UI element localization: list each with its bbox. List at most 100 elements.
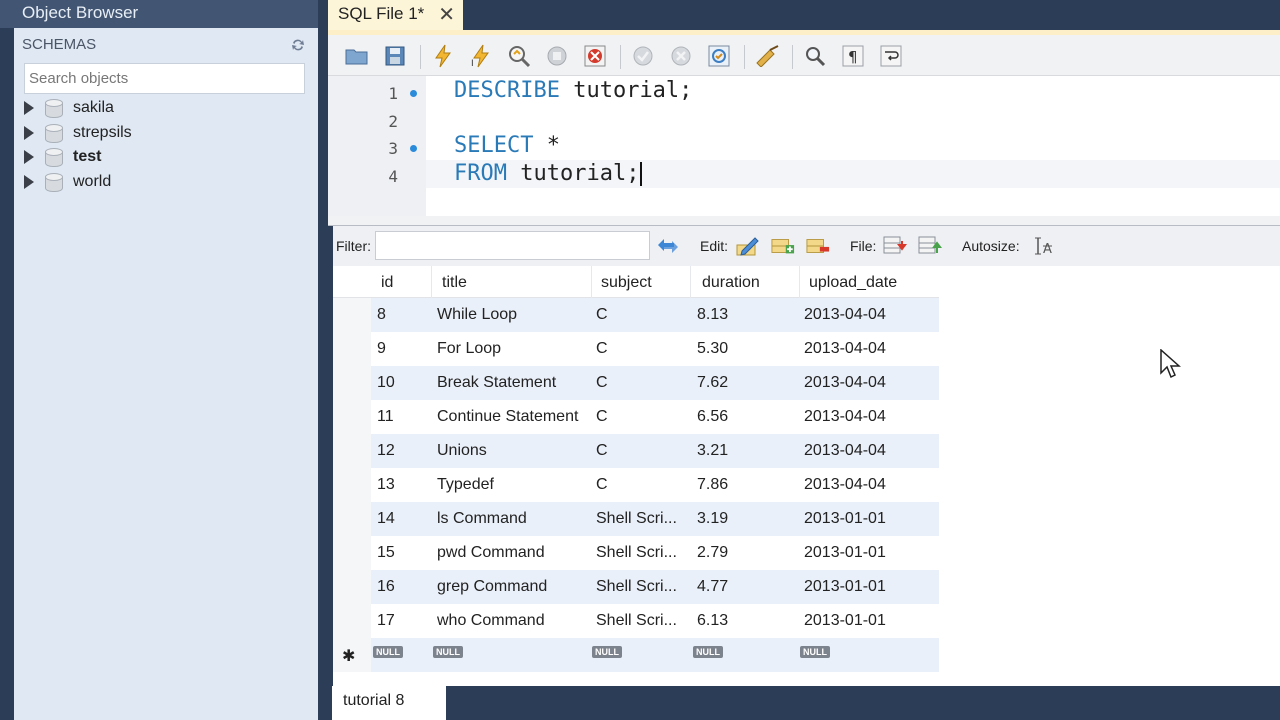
table-row[interactable]: 12 Unions C 3.21 2013-04-04 bbox=[333, 434, 939, 468]
autosize-column-icon[interactable]: A bbox=[1032, 234, 1056, 258]
cell-title[interactable]: ls Command bbox=[437, 510, 527, 528]
schema-item-world[interactable]: world bbox=[24, 170, 111, 194]
table-row[interactable]: 10 Break Statement C 7.62 2013-04-04 bbox=[333, 366, 939, 400]
cell-upload-date[interactable]: 2013-04-04 bbox=[804, 476, 886, 494]
cell-upload-date[interactable]: 2013-01-01 bbox=[804, 544, 886, 562]
execute-lightning-icon[interactable] bbox=[430, 43, 456, 69]
cell-subject[interactable]: C bbox=[596, 374, 608, 392]
row-selector[interactable] bbox=[333, 434, 371, 468]
cell-duration[interactable]: 8.13 bbox=[697, 306, 728, 324]
expand-arrow-icon[interactable] bbox=[24, 101, 34, 115]
invisible-chars-pilcrow-icon[interactable]: ¶ bbox=[840, 43, 866, 69]
explain-magnifier-icon[interactable] bbox=[506, 43, 532, 69]
expand-arrow-icon[interactable] bbox=[24, 150, 34, 164]
cell-subject[interactable]: C bbox=[596, 442, 608, 460]
cell-title[interactable]: Continue Statement bbox=[437, 408, 578, 426]
cell-id[interactable]: 12 bbox=[377, 442, 395, 460]
code-line-4[interactable]: FROM tutorial; bbox=[454, 161, 643, 186]
edit-pencil-icon[interactable] bbox=[736, 234, 760, 258]
cell-title[interactable]: Unions bbox=[437, 442, 487, 460]
save-icon[interactable] bbox=[382, 43, 408, 69]
tab-sql-file-1[interactable]: SQL File 1* ✕ bbox=[328, 0, 463, 30]
column-separator[interactable] bbox=[431, 266, 432, 298]
null-badge[interactable]: NULL bbox=[800, 646, 830, 658]
cell-duration[interactable]: 7.62 bbox=[697, 374, 728, 392]
cell-subject[interactable]: Shell Scri... bbox=[596, 510, 677, 528]
cell-id[interactable]: 16 bbox=[377, 578, 395, 596]
cell-id[interactable]: 10 bbox=[377, 374, 395, 392]
cell-duration[interactable]: 7.86 bbox=[697, 476, 728, 494]
cell-upload-date[interactable]: 2013-04-04 bbox=[804, 408, 886, 426]
cell-id[interactable]: 14 bbox=[377, 510, 395, 528]
null-badge[interactable]: NULL bbox=[693, 646, 723, 658]
cell-upload-date[interactable]: 2013-01-01 bbox=[804, 612, 886, 630]
filter-input[interactable] bbox=[375, 231, 650, 260]
cell-title[interactable]: For Loop bbox=[437, 340, 501, 358]
find-icon[interactable] bbox=[802, 43, 828, 69]
cell-subject[interactable]: Shell Scri... bbox=[596, 612, 677, 630]
expand-arrow-icon[interactable] bbox=[24, 126, 34, 140]
open-folder-icon[interactable] bbox=[344, 43, 370, 69]
cell-upload-date[interactable]: 2013-04-04 bbox=[804, 340, 886, 358]
cell-title[interactable]: pwd Command bbox=[437, 544, 545, 562]
cell-upload-date[interactable]: 2013-04-04 bbox=[804, 374, 886, 392]
search-objects-input[interactable] bbox=[24, 63, 305, 94]
cell-id[interactable]: 17 bbox=[377, 612, 395, 630]
stop-icon[interactable] bbox=[544, 43, 570, 69]
table-row[interactable]: 11 Continue Statement C 6.56 2013-04-04 bbox=[333, 400, 939, 434]
column-separator[interactable] bbox=[591, 266, 592, 298]
table-row[interactable]: 9 For Loop C 5.30 2013-04-04 bbox=[333, 332, 939, 366]
row-selector[interactable] bbox=[333, 400, 371, 434]
export-icon[interactable] bbox=[883, 234, 907, 258]
row-selector[interactable] bbox=[333, 536, 371, 570]
cell-id[interactable]: 11 bbox=[377, 408, 394, 426]
row-selector[interactable] bbox=[333, 366, 371, 400]
schema-item-sakila[interactable]: sakila bbox=[24, 96, 114, 120]
cell-subject[interactable]: Shell Scri... bbox=[596, 578, 677, 596]
refresh-icon[interactable] bbox=[656, 234, 680, 258]
autocommit-toggle-icon[interactable] bbox=[706, 43, 732, 69]
table-row[interactable]: 8 While Loop C 8.13 2013-04-04 bbox=[333, 298, 939, 332]
cell-duration[interactable]: 4.77 bbox=[697, 578, 728, 596]
commit-icon[interactable] bbox=[630, 43, 656, 69]
row-selector[interactable]: ✱ bbox=[333, 638, 371, 672]
row-selector[interactable] bbox=[333, 502, 371, 536]
null-badge[interactable]: NULL bbox=[373, 646, 403, 658]
column-header-title[interactable]: title bbox=[442, 274, 467, 292]
delete-row-icon[interactable] bbox=[806, 234, 830, 258]
table-row[interactable]: 15 pwd Command Shell Scri... 2.79 2013-01-01 bbox=[333, 536, 939, 570]
code-line-1[interactable]: DESCRIBE tutorial; bbox=[454, 78, 692, 103]
rollback-icon[interactable] bbox=[668, 43, 694, 69]
cell-id[interactable]: 15 bbox=[377, 544, 395, 562]
new-row[interactable]: ✱ NULL NULL NULL NULL NULL bbox=[333, 638, 939, 672]
cell-subject[interactable]: C bbox=[596, 476, 608, 494]
cell-duration[interactable]: 5.30 bbox=[697, 340, 728, 358]
null-badge[interactable]: NULL bbox=[592, 646, 622, 658]
column-header-upload-date[interactable]: upload_date bbox=[809, 274, 897, 292]
cell-title[interactable]: who Command bbox=[437, 612, 545, 630]
word-wrap-icon[interactable] bbox=[878, 43, 904, 69]
code-line-3[interactable]: SELECT * bbox=[454, 133, 560, 158]
cell-subject[interactable]: Shell Scri... bbox=[596, 544, 677, 562]
cell-subject[interactable]: C bbox=[596, 408, 608, 426]
column-separator[interactable] bbox=[799, 266, 800, 298]
cell-upload-date[interactable]: 2013-04-04 bbox=[804, 306, 886, 324]
row-selector[interactable] bbox=[333, 570, 371, 604]
insert-row-icon[interactable] bbox=[771, 234, 795, 258]
schema-item-test[interactable]: test bbox=[24, 145, 101, 169]
cell-id[interactable]: 8 bbox=[377, 306, 386, 324]
schema-item-strepsils[interactable]: strepsils bbox=[24, 121, 132, 145]
cell-duration[interactable]: 6.56 bbox=[697, 408, 728, 426]
beautify-broom-icon[interactable] bbox=[754, 43, 780, 69]
cell-duration[interactable]: 2.79 bbox=[697, 544, 728, 562]
cell-duration[interactable]: 3.21 bbox=[697, 442, 728, 460]
cell-subject[interactable]: C bbox=[596, 306, 608, 324]
import-icon[interactable] bbox=[918, 234, 942, 258]
cell-title[interactable]: Typedef bbox=[437, 476, 494, 494]
row-selector[interactable] bbox=[333, 468, 371, 502]
cell-title[interactable]: While Loop bbox=[437, 306, 517, 324]
row-selector[interactable] bbox=[333, 332, 371, 366]
stop-on-error-icon[interactable] bbox=[582, 43, 608, 69]
column-header-id[interactable]: id bbox=[381, 274, 393, 292]
cell-title[interactable]: grep Command bbox=[437, 578, 547, 596]
